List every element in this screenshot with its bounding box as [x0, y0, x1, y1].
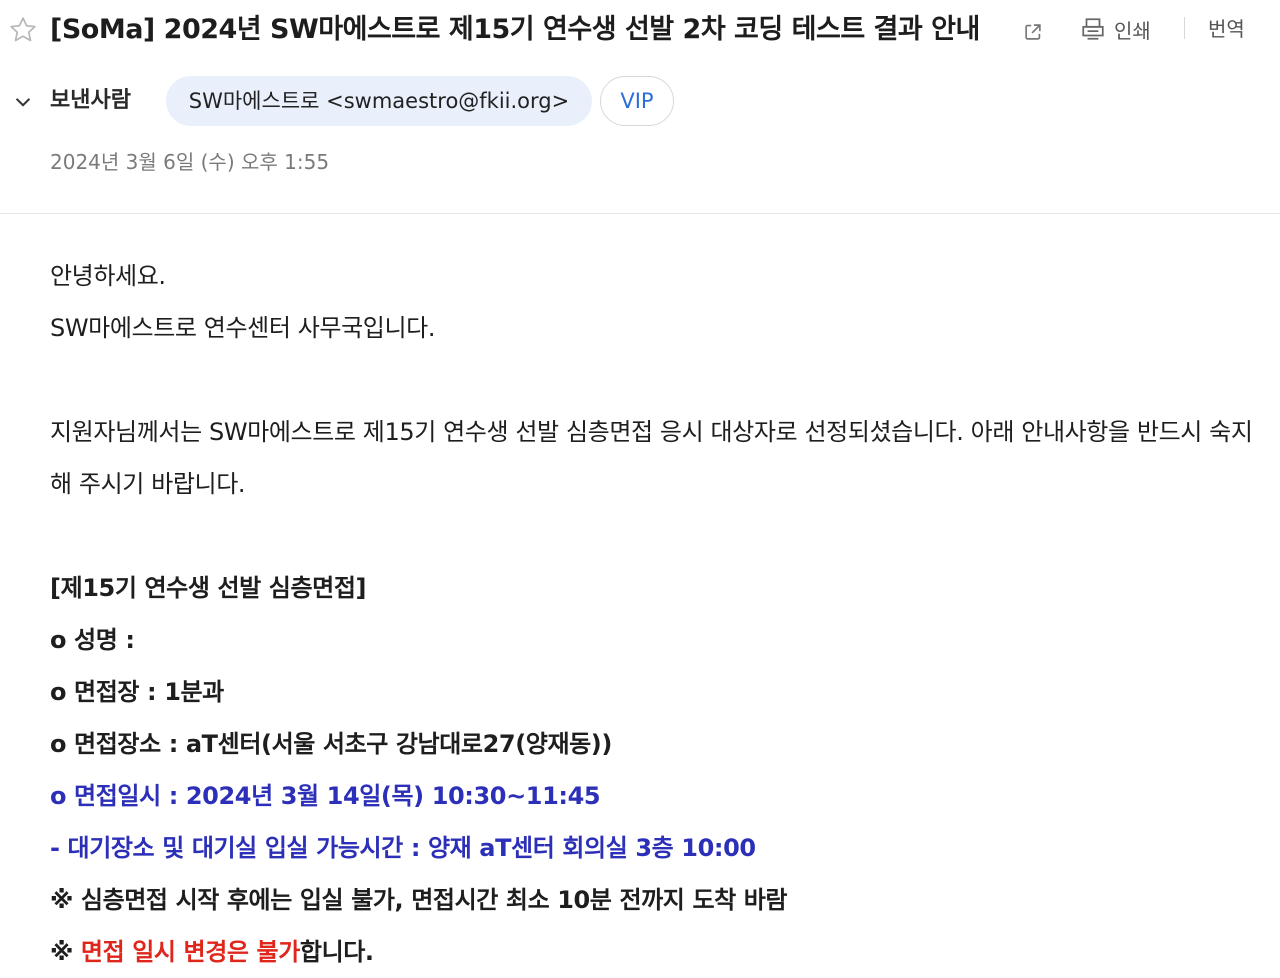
interview-place-line: o 면접장소 : aT센터(서울 서초구 강남대로27(양재동)) [50, 730, 612, 758]
interview-room-line: o 면접장 : 1분과 [50, 678, 224, 706]
no-change-line: ※ 면접 일시 변경은 불가합니다. [50, 926, 1260, 978]
no-change-prefix: ※ [50, 938, 81, 966]
mail-subject: [SoMa] 2024년 SW마에스트로 제15기 연수생 선발 2차 코딩 테… [50, 14, 980, 45]
selection-notice: 지원자님께서는 SW마에스트로 제15기 연수생 선발 심층면접 응시 대상자로… [50, 418, 1253, 498]
toolbar-divider [1184, 17, 1185, 39]
org-intro: SW마에스트로 연수센터 사무국입니다. [50, 314, 436, 342]
print-button[interactable]: 인쇄 [1080, 12, 1151, 46]
print-label: 인쇄 [1114, 18, 1151, 43]
interview-time-line: o 면접일시 : 2024년 3월 14일(목) 10:30~11:45 [50, 782, 601, 810]
greeting: 안녕하세요. [50, 262, 166, 290]
chevron-down-icon[interactable] [12, 91, 34, 113]
print-icon [1082, 18, 1104, 40]
sender-chip[interactable]: SW마에스트로 <swmaestro@fkii.org> [166, 76, 592, 126]
no-change-emphasis: 면접 일시 변경은 불가 [80, 938, 300, 966]
no-change-suffix: 합니다. [299, 938, 374, 966]
mail-body: 안녕하세요. SW마에스트로 연수센터 사무국입니다. 지원자님께서는 SW마에… [50, 250, 1260, 978]
name-line: o 성명 : [50, 626, 135, 654]
arrival-warning-line: ※ 심층면접 시작 후에는 입실 불가, 면접시간 최소 10분 전까지 도착 … [50, 886, 788, 914]
popout-icon[interactable] [1022, 21, 1044, 43]
section-title: [제15기 연수생 선발 심층면접] [50, 574, 367, 602]
mail-header: [SoMa] 2024년 SW마에스트로 제15기 연수생 선발 2차 코딩 테… [0, 0, 1280, 214]
waiting-room-line: - 대기장소 및 대기실 입실 가능시간 : 양재 aT센터 회의실 3층 10… [50, 834, 756, 862]
translate-button[interactable]: 번역 [1208, 12, 1245, 46]
vip-button[interactable]: VIP [600, 76, 674, 126]
sent-datetime: 2024년 3월 6일 (수) 오후 1:55 [50, 150, 330, 174]
sender-label: 보낸사람 [50, 88, 131, 113]
star-icon[interactable] [8, 15, 38, 45]
